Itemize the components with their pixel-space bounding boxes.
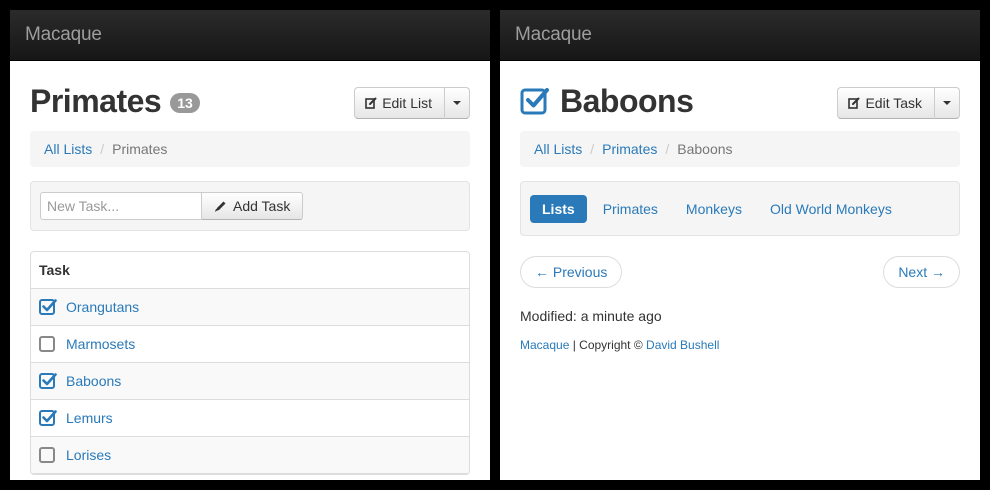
brand-logo[interactable]: Macaque [25,24,102,46]
brand-logo[interactable]: Macaque [515,24,592,46]
task-table: Task Orangutans Marmosets Baboons Lemurs Lor… [30,251,470,475]
breadcrumb-all-lists[interactable]: All Lists [534,141,582,157]
footer-copyright: | Copyright © [569,338,647,352]
breadcrumb-separator: / [665,141,670,157]
chevron-down-icon [453,101,461,105]
page-title: Baboons [520,83,694,119]
breadcrumb-separator: / [590,141,595,157]
unchecked-checkbox-icon[interactable] [39,446,57,464]
pill-old-world-monkeys[interactable]: Old World Monkeys [758,195,904,223]
add-task-button[interactable]: Add Task [202,192,304,220]
pill-lists[interactable]: Lists [530,194,587,223]
edit-list-dropdown-toggle[interactable] [445,87,470,119]
pill-primates[interactable]: Primates [591,195,670,223]
table-header: Task [31,252,469,289]
edit-task-label: Edit Task [865,95,922,111]
task-link[interactable]: Baboons [66,373,121,389]
pager: ← Previous Next → [520,256,960,288]
list-panel: Macaque Primates 13 Edit List All Lists … [10,10,490,480]
breadcrumb-current: Primates [112,141,168,157]
checked-checkbox-icon[interactable] [39,298,57,316]
checked-checkbox-icon[interactable] [39,372,57,390]
table-row: Lemurs [31,400,469,437]
list-nav-pills: Lists Primates Monkeys Old World Monkeys [520,181,960,236]
navbar: Macaque [500,10,980,61]
table-row: Baboons [31,363,469,400]
page-title-text: Primates [30,83,162,119]
edit-icon [365,97,377,109]
task-link[interactable]: Lorises [66,447,111,463]
edit-task-button-group: Edit Task [837,87,960,119]
edit-icon [848,97,860,109]
add-task-label: Add Task [233,198,291,214]
edit-task-button[interactable]: Edit Task [837,87,935,119]
pill-monkeys[interactable]: Monkeys [674,195,754,223]
breadcrumb: All Lists / Primates / Baboons [520,131,960,167]
page-title: Primates 13 [30,85,200,117]
breadcrumb-primates[interactable]: Primates [602,141,657,157]
footer: Macaque | Copyright © David Bushell [520,338,960,352]
edit-list-button-group: Edit List [354,87,470,119]
add-task-form: Add Task [30,181,470,231]
task-link[interactable]: Lemurs [66,410,113,426]
unchecked-checkbox-icon[interactable] [39,335,57,353]
add-task-input-group: Add Task [40,192,304,220]
breadcrumb-separator: / [100,141,105,157]
breadcrumb: All Lists / Primates [30,131,470,167]
footer-author-link[interactable]: David Bushell [646,338,719,352]
chevron-down-icon [943,101,951,105]
table-row: Marmosets [31,326,469,363]
modified-timestamp: Modified: a minute ago [520,308,662,324]
count-badge: 13 [170,92,200,113]
page-title-text: Baboons [560,83,694,119]
breadcrumb-current: Baboons [677,141,733,157]
checked-checkbox-icon [520,88,549,115]
pencil-icon [215,201,226,212]
checked-checkbox-icon[interactable] [39,409,57,427]
page-header: Baboons Edit Task [520,61,960,131]
edit-task-dropdown-toggle[interactable] [935,87,960,119]
task-panel: Macaque Baboons Edit Task All Lists / Pr… [500,10,980,480]
edit-list-button[interactable]: Edit List [354,87,445,119]
navbar: Macaque [10,10,490,61]
edit-list-label: Edit List [382,95,432,111]
new-task-input[interactable] [40,192,202,220]
breadcrumb-all-lists[interactable]: All Lists [44,141,92,157]
page-header: Primates 13 Edit List [30,61,470,131]
task-link[interactable]: Orangutans [66,299,139,315]
footer-brand-link[interactable]: Macaque [520,338,569,352]
task-link[interactable]: Marmosets [66,336,135,352]
previous-button[interactable]: ← Previous [520,256,623,288]
next-button[interactable]: Next → [883,256,960,288]
table-row: Orangutans [31,289,469,326]
table-row: Lorises [31,437,469,474]
